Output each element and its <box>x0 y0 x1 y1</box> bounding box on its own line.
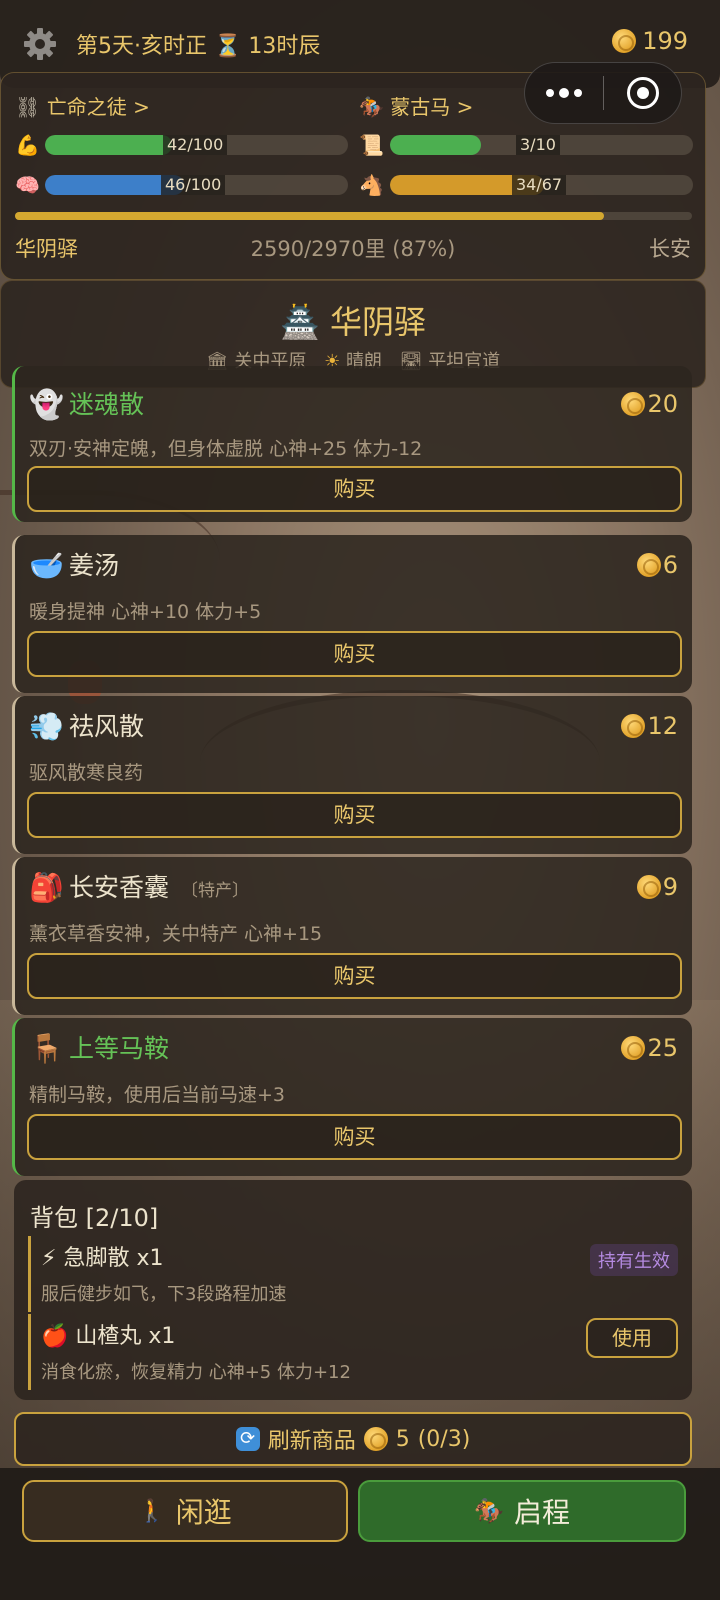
refresh-cost: 5 <box>395 1426 410 1452</box>
scroll-text: 3/10 <box>516 135 560 155</box>
mount-label: 蒙古马 > <box>390 95 474 119</box>
wander-button[interactable]: 🚶 闲逛 <box>22 1480 348 1542</box>
refresh-goods-button[interactable]: ⟳ 刷新商品 5 (0/3) <box>14 1412 692 1466</box>
identity-label: 亡命之徒 > <box>46 95 150 119</box>
route-progress-bar <box>15 212 692 220</box>
scroll-icon: 📜 <box>359 133 384 157</box>
chain-icon: ⛓ <box>15 95 41 119</box>
day-time-text: 第5天·亥时正 <box>76 34 207 59</box>
refresh-count: (0/3) <box>417 1426 471 1452</box>
mind-text: 46/100 <box>161 175 226 195</box>
horse-bar: 34/67 <box>390 175 693 195</box>
hourglass-icon: ⏳ <box>214 34 242 59</box>
specialty-tag: 〔特产〕 <box>181 881 250 901</box>
coin-icon <box>363 1427 388 1451</box>
coin-icon <box>612 29 637 53</box>
use-button[interactable]: 使用 <box>586 1318 678 1358</box>
chair-icon: 🪑 <box>29 1032 64 1065</box>
horse-text: 34/67 <box>512 175 567 195</box>
miniprogram-capsule <box>524 62 682 124</box>
item-price: 9 <box>636 873 678 901</box>
buy-button[interactable]: 购买 <box>27 792 682 838</box>
stamina-text: 42/100 <box>163 135 228 155</box>
bag-item-shanzhawan: 🍎 山楂丸 x1 消食化瘀，恢复精力 心神+5 体力+12 使用 <box>28 1314 678 1390</box>
scroll-fill <box>390 135 481 155</box>
bag-item-description: 服后健步如飞，下3段路程加速 <box>41 1284 287 1305</box>
route-progress-text: 2590/2970里 (87%) <box>250 237 456 261</box>
buy-button[interactable]: 购买 <box>27 1114 682 1160</box>
shop-item-mihunsan: 👻 迷魂散 20 双刃·安神定魄，但身体虚脱 心神+25 体力-12 购买 <box>12 366 692 522</box>
bag-item-name: 🍎 山楂丸 x1 <box>41 1324 176 1349</box>
shop-item-jiangtang: 🥣 姜汤 6 暖身提神 心神+10 体力+5 购买 <box>12 535 692 693</box>
item-name: 迷魂散 <box>69 390 145 419</box>
coin-icon <box>636 875 661 899</box>
close-miniprogram-icon[interactable] <box>604 77 681 109</box>
bag-item-jijiaosan: ⚡ 急脚散 x1 服后健步如飞，下3段路程加速 持有生效 <box>28 1236 678 1312</box>
stamina-bar: 42/100 <box>45 135 348 155</box>
muscle-icon: 💪 <box>15 133 40 157</box>
horse-icon: 🐴 <box>359 173 384 197</box>
mind-bar: 46/100 <box>45 175 348 195</box>
item-price: 25 <box>621 1034 678 1062</box>
coin-icon <box>621 392 646 416</box>
backpack-title: 背包 [2/10] <box>30 1204 159 1232</box>
refresh-icon: ⟳ <box>235 1427 260 1451</box>
buy-button[interactable]: 购买 <box>27 953 682 999</box>
item-name: 上等马鞍 <box>69 1034 170 1063</box>
item-description: 驱风散寒良药 <box>29 762 144 784</box>
bag-item-description: 消食化瘀，恢复精力 心神+5 体力+12 <box>41 1362 351 1383</box>
coin-amount: 199 <box>642 27 688 55</box>
lightning-icon: ⚡ <box>41 1246 57 1271</box>
stamina-fill <box>45 135 173 155</box>
gear-icon[interactable] <box>22 26 58 62</box>
item-price: 6 <box>636 551 678 579</box>
depart-button[interactable]: 🏇 启程 <box>358 1480 686 1542</box>
item-price: 20 <box>621 390 678 418</box>
item-price: 12 <box>621 712 678 740</box>
walking-person-icon: 🚶 <box>138 1498 166 1524</box>
buy-button[interactable]: 购买 <box>27 631 682 677</box>
refresh-label: 刷新商品 <box>267 1429 356 1454</box>
bottom-action-bar: 🚶 闲逛 🏇 启程 <box>0 1468 720 1600</box>
route-progress-fill <box>15 212 604 220</box>
item-description: 精制马鞍，使用后当前马速+3 <box>29 1084 286 1106</box>
scroll-bar: 3/10 <box>390 135 693 155</box>
wander-label: 闲逛 <box>175 1496 232 1529</box>
horse-rider-icon: 🏇 <box>474 1497 504 1525</box>
passive-effect-badge: 持有生效 <box>590 1244 678 1276</box>
backpack-icon: 🎒 <box>29 871 64 904</box>
shop-item-maan: 🪑 上等马鞍 25 精制马鞍，使用后当前马速+3 购买 <box>12 1018 692 1176</box>
coin-icon <box>621 1036 646 1060</box>
bag-item-name: ⚡ 急脚散 x1 <box>41 1246 164 1271</box>
item-name: 姜汤 <box>69 551 120 580</box>
more-menu-icon[interactable] <box>525 63 603 123</box>
coin-balance: 199 <box>612 27 688 55</box>
ghost-icon: 👻 <box>29 388 64 421</box>
coin-icon <box>621 714 646 738</box>
brain-icon: 🧠 <box>15 173 40 197</box>
day-time-display: 第5天·亥时正 ⏳ 13时辰 <box>76 28 320 60</box>
item-name: 祛风散 <box>69 712 145 741</box>
backpack-panel: 背包 [2/10] ⚡ 急脚散 x1 服后健步如飞，下3段路程加速 持有生效 🍎… <box>14 1180 692 1400</box>
soup-bowl-icon: 🥣 <box>29 549 64 582</box>
shop-item-xiangnang: 🎒 长安香囊 〔特产〕 9 薰衣草香安神，关中特产 心神+15 购买 <box>12 857 692 1015</box>
mount-link[interactable]: 🏇 蒙古马 > <box>359 91 473 120</box>
castle-icon: 🏯 <box>279 303 320 341</box>
location-name: 华阴驿 <box>330 303 427 341</box>
hours-left-text: 13时辰 <box>248 34 321 59</box>
buy-button[interactable]: 购买 <box>27 466 682 512</box>
item-description: 薰衣草香安神，关中特产 心神+15 <box>29 923 323 945</box>
coin-icon <box>636 553 661 577</box>
route-destination: 长安 <box>649 237 691 261</box>
item-description: 暖身提神 心神+10 体力+5 <box>29 601 262 623</box>
location-title: 🏯 华阴驿 <box>1 297 705 343</box>
identity-link[interactable]: ⛓ 亡命之徒 > <box>15 91 150 120</box>
item-name: 长安香囊 〔特产〕 <box>69 873 250 902</box>
horse-rider-icon: 🏇 <box>359 95 384 119</box>
depart-label: 启程 <box>513 1496 570 1529</box>
shop-item-qufengsan: 💨 祛风散 12 驱风散寒良药 购买 <box>12 696 692 854</box>
wind-icon: 💨 <box>29 710 64 743</box>
apple-icon: 🍎 <box>41 1324 69 1349</box>
item-description: 双刃·安神定魄，但身体虚脱 心神+25 体力-12 <box>29 438 423 460</box>
